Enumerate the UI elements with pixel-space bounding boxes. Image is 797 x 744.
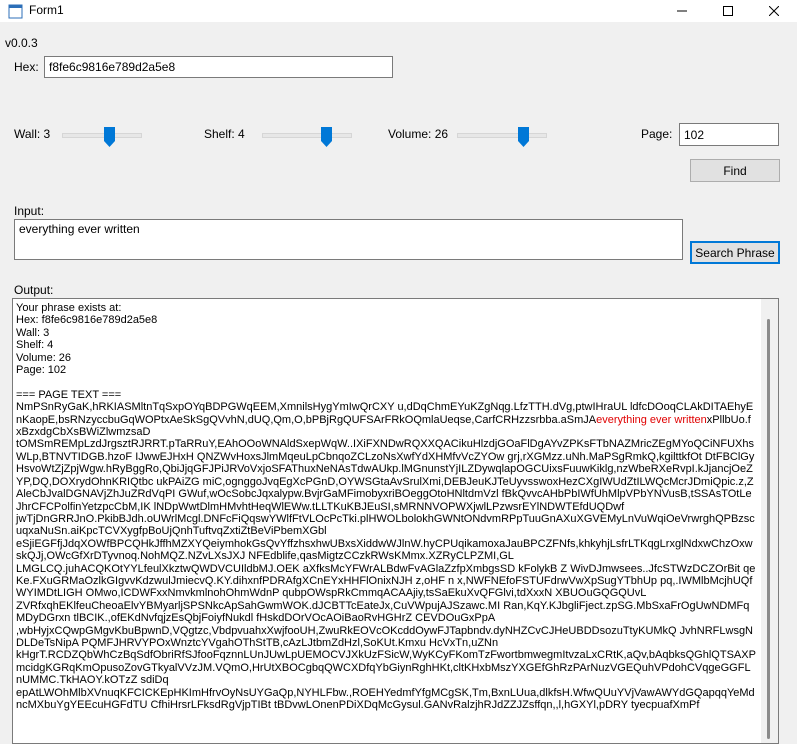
minimize-button[interactable]	[659, 0, 705, 22]
volume-slider-thumb[interactable]	[518, 127, 529, 147]
close-button[interactable]	[751, 0, 797, 22]
phrase-highlight: everything ever written	[596, 413, 707, 426]
wall-slider-track	[62, 133, 142, 138]
find-button[interactable]: Find	[690, 159, 780, 182]
maximize-button[interactable]	[705, 0, 751, 22]
hex-label: Hex:	[14, 60, 39, 74]
search-phrase-button-label: Search Phrase	[695, 245, 775, 260]
shelf-slider-track	[262, 133, 352, 138]
shelf-label: Shelf: 4	[204, 127, 245, 141]
output-textbox[interactable]: Your phrase exists at: Hex: f8fe6c9816e7…	[12, 298, 779, 744]
search-phrase-button[interactable]: Search Phrase	[690, 241, 780, 264]
page-text-after: xPllbUo.fxBzxdgCbXsBWiZlwmzsaD tOMSmREMp…	[16, 413, 756, 711]
output-text: Your phrase exists at: Hex: f8fe6c9816e7…	[16, 302, 756, 711]
volume-label: Volume: 26	[388, 127, 449, 141]
maximize-icon	[723, 6, 733, 16]
wall-label: Wall: 3	[14, 127, 51, 141]
output-header: Your phrase exists at: Hex: f8fe6c9816e7…	[16, 302, 158, 401]
find-button-label: Find	[723, 163, 747, 178]
page-label: Page:	[641, 127, 673, 141]
title-bar: Form1	[0, 0, 797, 22]
shelf-slider-thumb[interactable]	[321, 127, 332, 147]
page-input[interactable]	[679, 123, 779, 146]
hex-input[interactable]	[44, 56, 393, 78]
version-label: v0.0.3	[5, 36, 38, 50]
input-label: Input:	[14, 204, 45, 218]
output-scrollbar[interactable]	[761, 299, 778, 743]
close-icon	[769, 6, 779, 16]
output-scrollbar-thumb[interactable]	[767, 319, 770, 739]
output-label: Output:	[14, 283, 54, 297]
phrase-input[interactable]	[14, 219, 683, 260]
wall-slider-thumb[interactable]	[104, 127, 115, 147]
minimize-icon	[677, 10, 687, 12]
volume-slider-track	[457, 133, 547, 138]
window-title: Form1	[29, 3, 64, 17]
app-icon	[8, 4, 23, 19]
